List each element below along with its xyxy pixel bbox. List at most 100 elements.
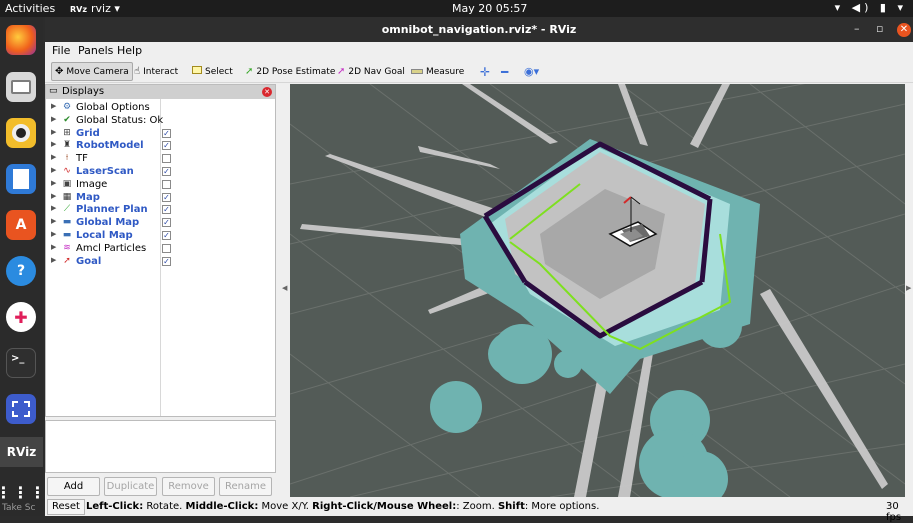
display-enable-checkbox[interactable]: ✓ xyxy=(162,167,171,176)
display-item[interactable]: ▶ ⚙ Global Options xyxy=(46,102,275,115)
measure-label: Measure xyxy=(426,66,465,77)
dock: A ? ✚ >_ RViz ⋮⋮⋮ Take Sc xyxy=(0,17,46,516)
left-splitter[interactable]: ◀ xyxy=(281,84,288,497)
rhythmbox-icon[interactable] xyxy=(6,118,36,148)
add-tool-button[interactable]: ✛ xyxy=(477,62,493,81)
window-title: omnibot_navigation.rviz* - RViz xyxy=(381,23,577,36)
menu-help[interactable]: Help xyxy=(117,44,142,57)
expand-arrow-icon[interactable]: ▶ xyxy=(51,243,56,251)
reset-button[interactable]: Reset xyxy=(47,499,85,515)
files-icon[interactable] xyxy=(6,72,36,102)
display-item[interactable]: ▶ ➚ Goal ✓ xyxy=(46,256,275,269)
expand-arrow-icon[interactable]: ▶ xyxy=(51,179,56,187)
nav-goal-tool[interactable]: ➚ 2D Nav Goal xyxy=(334,62,408,81)
system-tray[interactable]: ▾ ◀) ▮ ▾ xyxy=(835,1,907,14)
pose-arrow-icon: ➚ xyxy=(245,66,254,77)
nav-goal-label: 2D Nav Goal xyxy=(348,66,405,77)
add-button[interactable]: Add xyxy=(47,477,100,496)
monitor-icon: ▭ xyxy=(49,86,58,96)
display-item[interactable]: ▶ ⟊ TF xyxy=(46,153,275,166)
expand-arrow-icon[interactable]: ▶ xyxy=(51,102,56,110)
close-button[interactable]: ✕ xyxy=(897,23,911,37)
expand-arrow-icon[interactable]: ▶ xyxy=(51,166,56,174)
move-camera-label: Move Camera xyxy=(66,66,129,77)
hint-text: Move X/Y. xyxy=(258,501,313,512)
hint-text: : Zoom. xyxy=(456,501,498,512)
expand-arrow-icon[interactable]: ▶ xyxy=(51,230,56,238)
menu-panels[interactable]: Panels xyxy=(78,44,113,57)
display-enable-checkbox[interactable]: ✓ xyxy=(162,205,171,215)
select-tool[interactable]: Select xyxy=(189,62,236,81)
display-enable-checkbox[interactable]: ✓ xyxy=(162,192,171,202)
display-enable-checkbox[interactable] xyxy=(162,243,171,253)
menu-file[interactable]: File xyxy=(52,44,70,57)
display-item-label: Amcl Particles xyxy=(76,242,147,254)
display-item[interactable]: ▶ ∿ LaserScan ✓ xyxy=(46,166,275,179)
collapse-right-icon[interactable]: ▶ xyxy=(906,284,911,292)
displays-panel: ▭ Displays ✕ ▶ ⚙ Global Options ▶ ✔ Global St… xyxy=(45,84,276,417)
display-item[interactable]: ▶ ✔ Global Status: Ok xyxy=(46,115,275,128)
hint-key: Middle-Click: xyxy=(185,501,259,512)
firefox-icon[interactable] xyxy=(6,25,36,55)
menu-bar: File Panels Help xyxy=(45,42,913,59)
display-item[interactable]: ▶ ⟋ Planner Plan ✓ xyxy=(46,204,275,217)
minimize-button[interactable]: – xyxy=(854,22,860,35)
hand-icon: ☝ xyxy=(134,66,141,77)
display-item-label: Grid xyxy=(76,127,100,139)
display-item[interactable]: ▶ ♜ RobotModel ✓ xyxy=(46,140,275,153)
display-item[interactable]: ▶ ▦ Map ✓ xyxy=(46,192,275,205)
tf-icon: ⟊ xyxy=(65,153,69,164)
display-item-label: Global Status: Ok xyxy=(76,114,164,126)
display-enable-checkbox[interactable]: ✓ xyxy=(162,256,171,266)
expand-arrow-icon[interactable]: ▶ xyxy=(51,256,56,264)
expand-arrow-icon[interactable]: ▶ xyxy=(51,115,56,123)
expand-arrow-icon[interactable]: ▶ xyxy=(51,153,56,161)
display-item[interactable]: ▶ ≋ Amcl Particles xyxy=(46,243,275,256)
measure-tool[interactable]: Measure xyxy=(408,62,467,81)
pose-estimate-tool[interactable]: ➚ 2D Pose Estimate xyxy=(242,62,338,81)
display-enable-checkbox[interactable] xyxy=(162,179,171,189)
display-item-label: LaserScan xyxy=(76,166,134,177)
display-item[interactable]: ▶ ▣ Image xyxy=(46,179,275,192)
expand-arrow-icon[interactable]: ▶ xyxy=(51,217,56,225)
display-item[interactable]: ▶ ⊞ Grid ✓ xyxy=(46,128,275,141)
expand-arrow-icon[interactable]: ▶ xyxy=(51,128,56,136)
maximize-button[interactable]: ▫ xyxy=(876,22,883,35)
help-icon[interactable]: ? xyxy=(6,256,36,286)
select-icon xyxy=(192,66,202,77)
remove-tool-button[interactable]: ━ xyxy=(498,62,511,81)
software-icon[interactable]: A xyxy=(6,210,36,240)
particles-icon: ≋ xyxy=(63,242,71,253)
move-camera-tool[interactable]: ✥ Move Camera xyxy=(51,62,133,81)
render-viewport[interactable] xyxy=(290,84,905,497)
display-enable-checkbox[interactable] xyxy=(162,154,171,164)
app-menu[interactable]: RVz rviz ▾ xyxy=(70,2,120,15)
rename-button[interactable]: Rename xyxy=(219,477,272,496)
right-splitter[interactable]: ▶ xyxy=(905,84,913,497)
rviz-icon[interactable]: RViz xyxy=(0,437,43,467)
title-bar[interactable]: omnibot_navigation.rviz* - RViz – ▫ ✕ xyxy=(45,17,913,42)
interact-tool[interactable]: ☝ Interact xyxy=(131,62,181,81)
duplicate-button[interactable]: Duplicate xyxy=(104,477,157,496)
writer-icon[interactable] xyxy=(6,164,36,194)
slack-icon[interactable]: ✚ xyxy=(6,302,36,332)
display-enable-checkbox[interactable]: ✓ xyxy=(162,128,171,138)
expand-arrow-icon[interactable]: ▶ xyxy=(51,204,56,212)
interact-label: Interact xyxy=(143,66,179,77)
collapse-left-icon[interactable]: ◀ xyxy=(282,284,287,292)
display-item[interactable]: ▶ ▬ Global Map ✓ xyxy=(46,217,275,230)
screenshot-icon[interactable] xyxy=(6,394,36,424)
expand-arrow-icon[interactable]: ▶ xyxy=(51,192,56,200)
display-enable-checkbox[interactable]: ✓ xyxy=(162,231,171,240)
display-enable-checkbox[interactable]: ✓ xyxy=(162,218,171,228)
display-item[interactable]: ▶ ▬ Local Map ✓ xyxy=(46,230,275,243)
close-panel-icon[interactable]: ✕ xyxy=(262,87,272,97)
remove-button[interactable]: Remove xyxy=(162,477,215,496)
expand-arrow-icon[interactable]: ▶ xyxy=(51,140,56,148)
clock[interactable]: May 20 05:57 xyxy=(452,2,527,15)
activities-button[interactable]: Activities xyxy=(5,2,55,15)
take-screenshot-label: Take Sc xyxy=(2,503,36,513)
tool-properties-button[interactable]: ◉▾ xyxy=(521,62,542,81)
display-enable-checkbox[interactable]: ✓ xyxy=(162,141,171,151)
terminal-icon[interactable]: >_ xyxy=(6,348,36,378)
